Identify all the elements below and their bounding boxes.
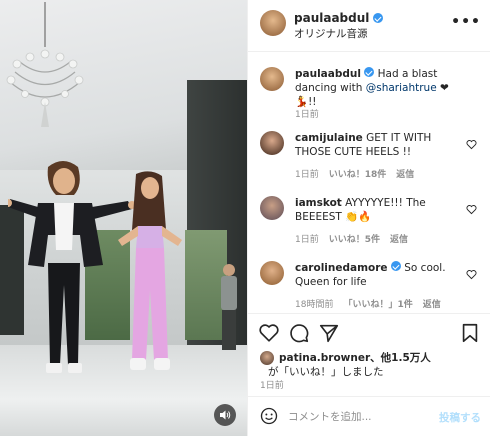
reply-button[interactable]: 返信 <box>396 167 414 180</box>
more-options-icon[interactable]: ••• <box>451 14 481 30</box>
background-person-image <box>221 264 237 350</box>
commenter-username[interactable]: camijulaine <box>295 132 363 144</box>
comment-heart-icon[interactable] <box>466 204 477 215</box>
comment-item: iamskot AYYYYYE!!! The BEEEEST 👏🔥 1日前 いい… <box>260 196 485 251</box>
commenter-username[interactable]: iamskot <box>295 197 342 209</box>
commenter-username[interactable]: carolinedamore <box>295 262 388 274</box>
author-username-row[interactable]: paulaabdul <box>294 11 384 25</box>
comment-time[interactable]: 18時間前 <box>295 297 333 310</box>
caption-username[interactable]: paulaabdul <box>295 68 361 80</box>
author-avatar[interactable] <box>260 10 286 36</box>
caption-mention-link[interactable]: @shariahtrue <box>366 82 437 94</box>
comment-text: camijulaine GET IT WITH THOSE CUTE HEELS… <box>295 131 465 159</box>
dancer-right-image <box>118 171 182 370</box>
author-username[interactable]: paulaabdul <box>294 11 369 25</box>
post-header: paulaabdul オリジナル音源 ••• <box>248 0 490 52</box>
emoji-icon[interactable] <box>260 407 278 425</box>
comment-text: carolinedamore So cool. Queen for life <box>295 261 465 289</box>
heart-icon[interactable] <box>258 322 280 344</box>
caption-avatar[interactable] <box>260 67 284 91</box>
audio-label[interactable]: オリジナル音源 <box>294 26 368 41</box>
reply-button[interactable]: 返信 <box>423 297 441 310</box>
comment-heart-icon[interactable] <box>466 269 477 280</box>
comment-item: carolinedamore So cool. Queen for life 1… <box>260 261 485 316</box>
caption-meta: 1日前 <box>295 107 319 120</box>
comment-heart-icon[interactable] <box>466 139 477 150</box>
post-actions: patina.browner、他1.5万人 が「いいね！」しました <box>248 313 490 383</box>
comment-meta: 1日前 いいね！18件 返信 <box>295 167 414 180</box>
comment-icon[interactable] <box>288 322 310 344</box>
comment-meta: 1日前 いいね！5件 返信 <box>295 232 408 245</box>
speaker-icon <box>220 410 231 420</box>
post-comment-button[interactable]: 投稿する <box>439 410 481 425</box>
mute-button[interactable] <box>214 404 236 426</box>
comment-item: camijulaine GET IT WITH THOSE CUTE HEELS… <box>260 131 485 186</box>
send-icon[interactable] <box>318 322 340 344</box>
comment-input[interactable] <box>288 408 428 426</box>
verified-badge-icon <box>390 261 401 271</box>
caption-time[interactable]: 1日前 <box>295 107 319 120</box>
add-comment-bar: 投稿する <box>248 396 490 436</box>
bookmark-icon[interactable] <box>459 322 481 344</box>
comment-time[interactable]: 1日前 <box>295 167 319 180</box>
post-video[interactable] <box>0 0 247 436</box>
comments-list: paulaabdul Had a blast dancing with @sha… <box>248 53 490 313</box>
verified-badge-icon <box>364 67 375 77</box>
chandelier-image <box>6 2 84 127</box>
liker-avatar <box>260 350 274 365</box>
post-sidebar: paulaabdul オリジナル音源 ••• paulaabdul Had a … <box>247 0 490 436</box>
likes-line2: が「いいね！」しました <box>268 366 384 378</box>
caption-text: paulaabdul Had a blast dancing with @sha… <box>295 67 465 109</box>
reply-button[interactable]: 返信 <box>390 232 408 245</box>
comment-likes[interactable]: 「いいね！」1件 <box>343 297 412 310</box>
comment-likes[interactable]: いいね！5件 <box>329 232 380 245</box>
likes-summary[interactable]: patina.browner、他1.5万人 <box>260 350 431 365</box>
post-timestamp[interactable]: 1日前 <box>260 378 284 391</box>
comment-time[interactable]: 1日前 <box>295 232 319 245</box>
comment-text: iamskot AYYYYYE!!! The BEEEEST 👏🔥 <box>295 196 465 224</box>
verified-badge-icon <box>373 13 384 23</box>
commenter-avatar[interactable] <box>260 131 284 155</box>
commenter-avatar[interactable] <box>260 196 284 220</box>
comment-meta: 18時間前 「いいね！」1件 返信 <box>295 297 441 310</box>
comment-likes[interactable]: いいね！18件 <box>329 167 387 180</box>
likes-line1[interactable]: patina.browner、他1.5万人 <box>279 350 431 365</box>
commenter-avatar[interactable] <box>260 261 284 285</box>
caption: paulaabdul Had a blast dancing with @sha… <box>260 67 485 127</box>
